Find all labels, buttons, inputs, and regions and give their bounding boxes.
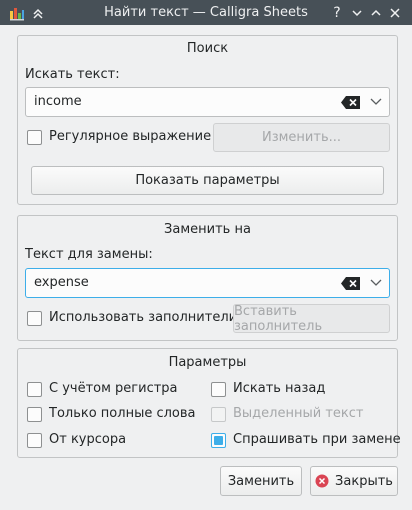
prompt-on-replace-checkbox[interactable] — [211, 433, 226, 448]
search-group-title: Поиск — [186, 41, 229, 56]
use-placeholders-label[interactable]: Использовать заполнители — [49, 310, 237, 325]
find-text-input[interactable]: income — [34, 94, 82, 109]
whole-words-label[interactable]: Только полные слова — [49, 406, 196, 421]
show-options-button[interactable]: Показать параметры — [31, 166, 384, 195]
replace-text-label: Текст для замены: — [25, 247, 153, 262]
from-cursor-label[interactable]: От курсора — [49, 432, 126, 447]
case-sensitive-checkbox[interactable] — [27, 382, 42, 397]
close-window-icon[interactable] — [388, 4, 402, 21]
find-text-combo[interactable]: income — [25, 87, 390, 117]
chevron-down-icon[interactable] — [369, 277, 383, 289]
whole-words-checkbox[interactable] — [27, 407, 42, 422]
find-text-label: Искать текст: — [25, 67, 120, 82]
replace-text-combo[interactable]: expense — [25, 268, 390, 298]
regex-label[interactable]: Регулярное выражение — [49, 129, 211, 144]
minimize-icon[interactable] — [350, 4, 364, 21]
insert-placeholder-button[interactable]: Вставить заполнитель — [233, 304, 390, 334]
use-placeholders-checkbox[interactable] — [27, 311, 42, 326]
clear-text-icon[interactable] — [341, 277, 361, 290]
find-backwards-checkbox[interactable] — [211, 382, 226, 397]
replace-button[interactable]: Заменить — [220, 466, 302, 496]
case-sensitive-label[interactable]: С учётом регистра — [49, 381, 178, 396]
prompt-on-replace-label[interactable]: Спрашивать при замене — [233, 432, 401, 447]
regex-checkbox[interactable] — [27, 130, 42, 145]
replace-button-label: Заменить — [227, 473, 295, 489]
options-group: Параметры С учётом регистра Только полны… — [17, 348, 401, 458]
options-group-title: Параметры — [168, 355, 247, 370]
selected-text-label[interactable]: Выделенный текст — [233, 406, 363, 421]
replace-text-input[interactable]: expense — [34, 275, 89, 290]
find-backwards-label[interactable]: Искать назад — [233, 381, 325, 396]
close-button-label: Закрыть — [335, 473, 393, 489]
help-icon[interactable]: ? — [330, 4, 344, 21]
from-cursor-checkbox[interactable] — [27, 433, 42, 448]
close-button[interactable]: Закрыть — [310, 466, 398, 496]
search-group: Поиск Искать текст: income Регулярное вы… — [17, 35, 398, 205]
maximize-icon[interactable] — [369, 4, 383, 21]
replace-group-title: Заменить на — [164, 222, 251, 237]
replace-group: Заменить на Текст для замены: expense Ис… — [17, 215, 398, 341]
close-circle-icon — [315, 474, 329, 488]
selected-text-checkbox[interactable] — [211, 407, 226, 422]
clear-text-icon[interactable] — [341, 96, 361, 109]
chevron-down-icon[interactable] — [369, 96, 383, 108]
edit-regex-button[interactable]: Изменить... — [213, 123, 390, 152]
title-bar: Найти текст — Calligra Sheets ? — [0, 0, 412, 25]
